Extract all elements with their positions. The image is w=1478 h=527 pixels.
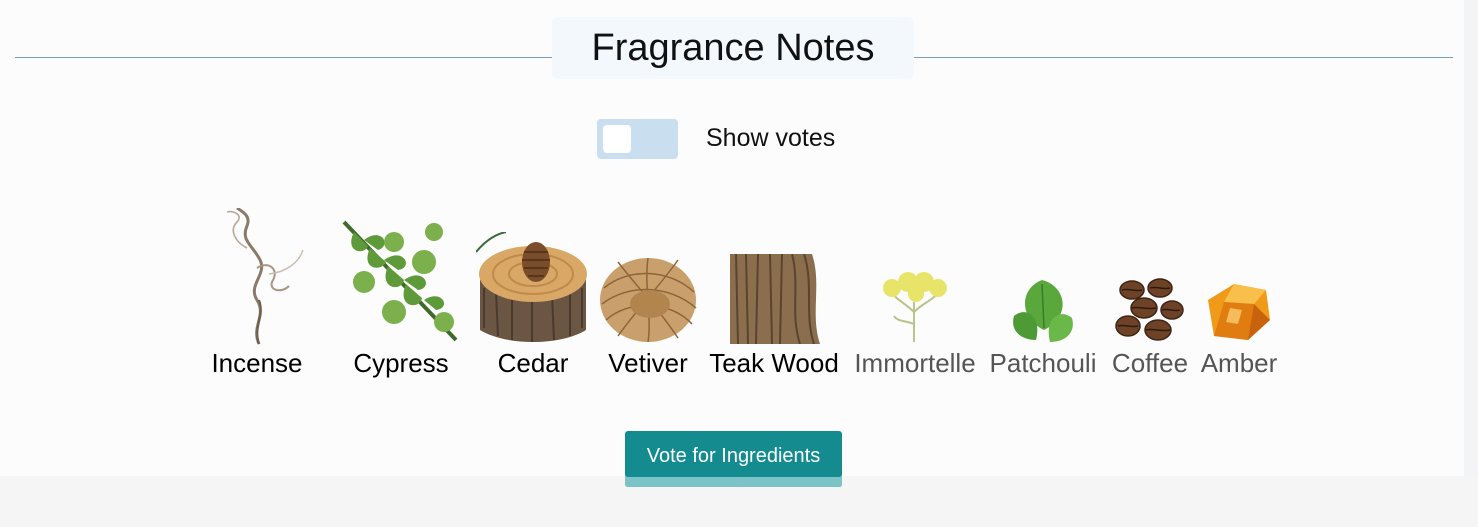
teak-wood-icon xyxy=(730,254,820,344)
note-label: Cedar xyxy=(497,348,569,378)
note-cedar[interactable]: Cedar xyxy=(476,208,590,383)
note-label: Teak Wood xyxy=(709,348,839,378)
note-label: Amber xyxy=(1200,348,1278,378)
toggle-knob[interactable] xyxy=(603,125,631,153)
note-label: Patchouli xyxy=(989,348,1097,378)
note-label: Coffee xyxy=(1111,348,1189,378)
incense-smoke-icon xyxy=(226,208,304,345)
divider-left xyxy=(15,57,552,58)
coffee-beans-icon xyxy=(1115,278,1184,341)
section-title: Fragrance Notes xyxy=(591,26,875,69)
amber-resin-icon xyxy=(1208,284,1270,340)
scrollbar-track xyxy=(1464,0,1478,476)
note-amber[interactable]: Amber xyxy=(1196,208,1282,383)
note-label: Cypress xyxy=(353,348,449,378)
vetiver-roots-icon xyxy=(600,257,697,343)
vote-button-label: Vote for Ingredients xyxy=(646,444,821,467)
note-label: Incense xyxy=(211,348,303,378)
immortelle-flower-icon xyxy=(883,272,947,342)
note-incense[interactable]: Incense xyxy=(205,208,309,383)
note-coffee[interactable]: Coffee xyxy=(1108,208,1192,383)
show-votes-label: Show votes xyxy=(706,124,836,152)
cedar-log-pinecone-icon xyxy=(476,232,587,342)
divider-right xyxy=(914,57,1453,58)
note-vetiver[interactable]: Vetiver xyxy=(598,208,698,383)
vote-for-ingredients-button[interactable]: Vote for Ingredients xyxy=(625,431,842,487)
note-label: Vetiver xyxy=(608,348,688,378)
note-label: Immortelle xyxy=(854,348,976,378)
note-immortelle[interactable]: Immortelle xyxy=(850,208,980,383)
show-votes-toggle[interactable] xyxy=(597,119,678,159)
section-title-box: Fragrance Notes xyxy=(552,17,914,79)
note-patchouli[interactable]: Patchouli xyxy=(986,208,1100,383)
cypress-branch-icon xyxy=(342,220,458,342)
note-cypress[interactable]: Cypress xyxy=(334,208,468,383)
note-teak-wood[interactable]: Teak Wood xyxy=(706,208,842,383)
patchouli-leaves-icon xyxy=(1013,280,1073,342)
